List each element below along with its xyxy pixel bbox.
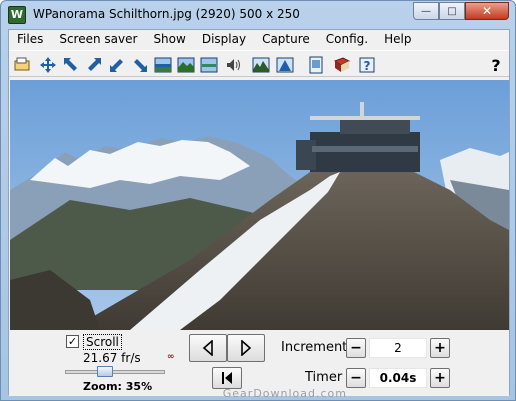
scroll-left-button[interactable]	[189, 334, 227, 362]
help-button[interactable]: ?	[485, 54, 507, 76]
menu-screen-saver[interactable]: Screen saver	[51, 30, 145, 49]
fps-readout: 21.67 fr/s	[83, 351, 141, 365]
increment-value[interactable]: 2	[369, 338, 427, 358]
menu-bar: Files Screen saver Show Display Capture …	[9, 30, 509, 49]
page-icon[interactable]	[305, 54, 327, 76]
zoom-readout: Zoom: 35%	[83, 380, 153, 393]
increment-label: Increment	[281, 340, 348, 355]
triangle-left-icon	[202, 340, 213, 356]
speed-icon: ∞	[167, 352, 175, 362]
svg-text:?: ?	[364, 59, 371, 73]
skip-start-icon	[222, 372, 232, 384]
timer-plus-button[interactable]: +	[430, 368, 450, 388]
book-icon[interactable]	[331, 54, 353, 76]
menu-help[interactable]: Help	[376, 30, 419, 49]
toolbar: ? ?	[9, 50, 509, 77]
menu-display[interactable]: Display	[194, 30, 254, 49]
zoom-slider-track[interactable]	[65, 370, 165, 374]
triangle-right-icon	[241, 340, 252, 356]
arrow-up-left-icon[interactable]	[60, 54, 82, 76]
window-title: WPanorama Schilthorn.jpg (2920) 500 x 25…	[33, 7, 300, 21]
menu-files[interactable]: Files	[9, 30, 51, 49]
maximize-button[interactable]: □	[439, 2, 465, 20]
panorama-3-icon[interactable]	[198, 54, 220, 76]
close-button[interactable]: ✕	[465, 2, 509, 20]
increment-minus-button[interactable]: −	[346, 338, 366, 358]
timer-label: Timer	[305, 370, 343, 385]
landscape-2-icon[interactable]	[274, 54, 296, 76]
panorama-1-icon[interactable]	[152, 54, 174, 76]
panorama-image	[10, 80, 509, 330]
skip-to-start-button[interactable]	[212, 367, 242, 389]
app-window: W WPanorama Schilthorn.jpg (2920) 500 x …	[0, 0, 516, 401]
timer-value[interactable]: 0.04s	[369, 368, 427, 388]
panorama-view[interactable]	[10, 80, 509, 330]
title-bar[interactable]: W WPanorama Schilthorn.jpg (2920) 500 x …	[1, 1, 515, 29]
client-area: Files Screen saver Show Display Capture …	[8, 29, 510, 396]
info-icon[interactable]: ?	[356, 54, 378, 76]
open-icon[interactable]	[11, 54, 33, 76]
arrow-up-right-icon[interactable]	[83, 54, 105, 76]
landscape-1-icon[interactable]	[250, 54, 272, 76]
panorama-2-icon[interactable]	[175, 54, 197, 76]
arrow-down-left-icon[interactable]	[106, 54, 128, 76]
minimize-button[interactable]: —	[413, 2, 439, 20]
scroll-checkbox[interactable]: ✓	[66, 335, 79, 348]
app-icon[interactable]: W	[8, 6, 26, 24]
arrow-down-right-icon[interactable]	[129, 54, 151, 76]
menu-show[interactable]: Show	[145, 30, 193, 49]
menu-capture[interactable]: Capture	[254, 30, 318, 49]
scroll-right-button[interactable]	[227, 334, 265, 362]
scroll-label[interactable]: Scroll	[83, 334, 122, 350]
window-controls: — □ ✕	[413, 2, 509, 20]
increment-plus-button[interactable]: +	[430, 338, 450, 358]
watermark: GearDownload.com	[222, 387, 347, 400]
zoom-slider-thumb[interactable]	[97, 366, 113, 377]
sound-icon[interactable]	[223, 54, 245, 76]
timer-minus-button[interactable]: −	[346, 368, 366, 388]
menu-config[interactable]: Config.	[318, 30, 376, 49]
move-all-icon[interactable]	[37, 54, 59, 76]
